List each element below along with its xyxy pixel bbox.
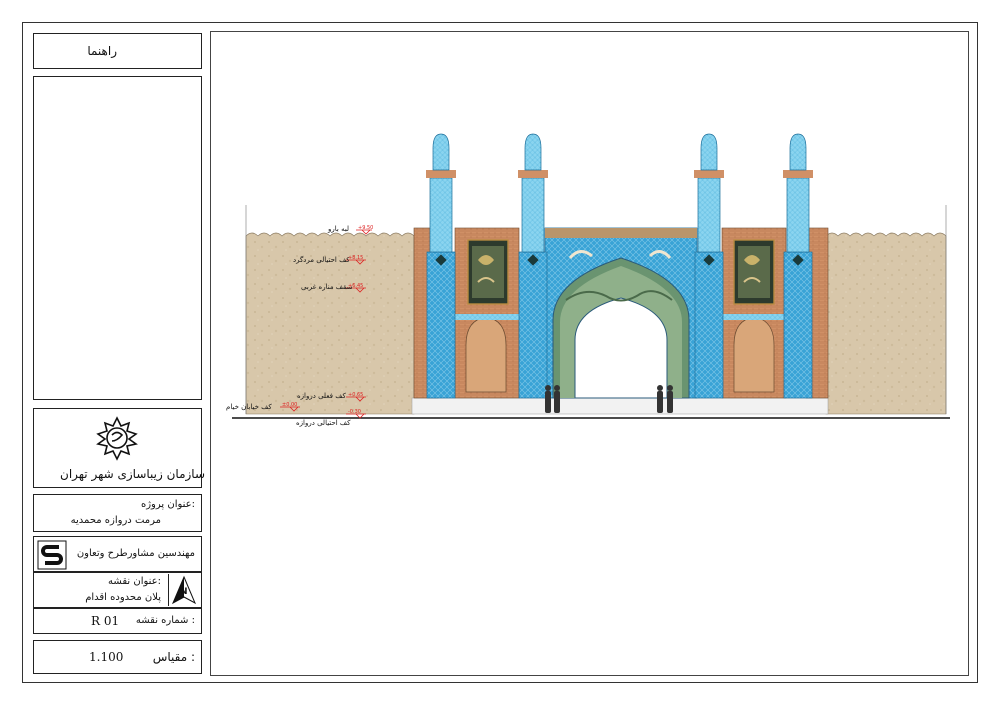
sheet-number-block: شماره نقشه : R 01	[33, 608, 202, 634]
guide-label: راهنما	[87, 44, 117, 58]
north-arrow-cell: N	[168, 574, 199, 606]
guide-header: راهنما	[33, 33, 202, 69]
drawing-sheet	[210, 31, 969, 676]
north-label: N	[180, 587, 188, 597]
map-title-block: عنوان نقشه: پلان محدوده اقدام N	[33, 572, 202, 608]
organization-block: سازمان زیباسازی شهر تهران	[33, 408, 206, 488]
sheet-number-label: شماره نقشه :	[135, 615, 195, 626]
map-title: پلان محدوده اقدام	[85, 592, 161, 603]
scale-label: مقیاس :	[152, 650, 195, 664]
scale-block: مقیاس : 1.100	[33, 640, 202, 674]
project-name: مرمت دروازه محمدیه	[70, 515, 161, 526]
organization-logo	[96, 416, 138, 461]
consultant-logo	[37, 540, 67, 570]
organization-name: سازمان زیباسازی شهر تهران	[60, 467, 206, 481]
sheet-number: R 01	[91, 614, 120, 628]
map-title-label: عنوان نقشه:	[108, 576, 161, 587]
scale-value: 1.100	[89, 650, 124, 664]
guide-area	[33, 76, 202, 400]
project-block: عنوان پروژه: مرمت دروازه محمدیه	[33, 494, 202, 532]
project-label: عنوان پروژه:	[140, 499, 195, 510]
consultant-block: مهندسین مشاورطرح وتعاون	[33, 536, 202, 572]
consultant-name: مهندسین مشاورطرح وتعاون	[76, 548, 195, 559]
